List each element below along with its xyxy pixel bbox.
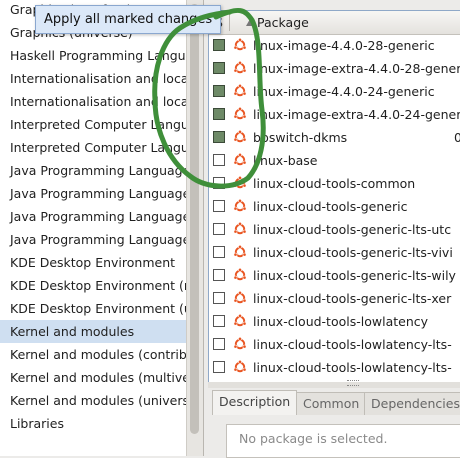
package-name[interactable]: linux-image-extra-4.4.0-24-generic xyxy=(253,103,460,126)
package-row[interactable]: linux-image-extra-4.4.0-28-generic xyxy=(209,57,460,80)
package-name[interactable]: linux-cloud-tools-lowlatency-lts- xyxy=(253,333,452,356)
category-item[interactable]: Internationalisation and loca xyxy=(0,90,186,113)
package-name[interactable]: linux-image-4.4.0-24-generic xyxy=(253,80,435,103)
mark-checkbox[interactable] xyxy=(213,223,225,235)
ubuntu-logo-icon xyxy=(233,336,247,351)
package-name[interactable]: linux-cloud-tools-common xyxy=(253,172,415,195)
scrollbar-thumb[interactable] xyxy=(190,4,199,434)
category-item[interactable]: KDE Desktop Environment xyxy=(0,251,186,274)
package-name[interactable]: linux-cloud-tools-lowlatency xyxy=(253,310,428,333)
mark-checkbox[interactable] xyxy=(213,269,225,281)
mark-checkbox[interactable] xyxy=(213,361,225,373)
pane-divider[interactable] xyxy=(208,382,460,388)
category-item[interactable]: Kernel and modules xyxy=(0,320,186,343)
ubuntu-logo-icon xyxy=(233,60,247,75)
category-item[interactable]: Internationalisation and loca xyxy=(0,67,186,90)
mark-checkbox[interactable] xyxy=(213,177,225,189)
package-row[interactable]: linux-cloud-tools-generic-lts-wily xyxy=(209,264,460,287)
mark-checkbox[interactable] xyxy=(213,62,225,74)
mark-checkbox[interactable] xyxy=(213,39,225,51)
package-name[interactable]: linux-cloud-tools-generic-lts-vivi xyxy=(253,241,453,264)
package-table-header: S Package xyxy=(209,11,460,35)
ubuntu-logo-icon xyxy=(233,244,247,259)
category-item[interactable]: Kernel and modules (contrib xyxy=(0,343,186,366)
package-row[interactable]: linux-cloud-tools-generic-lts-utc xyxy=(209,218,460,241)
category-item[interactable]: Kernel and modules (univers xyxy=(0,389,186,412)
package-row[interactable]: linux-image-extra-4.4.0-24-generic xyxy=(209,103,460,126)
mark-checkbox[interactable] xyxy=(213,108,225,120)
tab-common[interactable]: Common xyxy=(296,392,367,415)
category-list[interactable]: Graphics (non-free)Graphics (universe)Ha… xyxy=(0,0,204,456)
mark-checkbox[interactable] xyxy=(213,338,225,350)
ubuntu-logo-icon xyxy=(233,290,247,305)
mark-checkbox[interactable] xyxy=(213,131,225,143)
package-row[interactable]: linux-image-4.4.0-28-generic xyxy=(209,34,460,57)
ubuntu-logo-icon xyxy=(233,359,247,374)
ubuntu-logo-icon xyxy=(233,152,247,167)
category-item[interactable]: Interpreted Computer Langu xyxy=(0,136,186,159)
ubuntu-logo-icon xyxy=(233,313,247,328)
category-item[interactable]: Libraries xyxy=(0,412,186,435)
package-table[interactable]: S Package linux-image-4.4.0-28-genericli… xyxy=(208,10,460,384)
ubuntu-logo-icon xyxy=(233,198,247,213)
package-row[interactable]: linux-cloud-tools-common xyxy=(209,172,460,195)
package-row[interactable]: linux-cloud-tools-generic xyxy=(209,195,460,218)
tab-description[interactable]: Description xyxy=(212,390,298,415)
ubuntu-logo-icon xyxy=(233,106,247,121)
package-row[interactable]: linux-cloud-tools-generic-lts-vivi xyxy=(209,241,460,264)
mark-checkbox[interactable] xyxy=(213,85,225,97)
category-item[interactable]: Java Programming Language xyxy=(0,228,186,251)
package-row[interactable]: linux-base xyxy=(209,149,460,172)
mark-checkbox[interactable] xyxy=(213,292,225,304)
package-row[interactable]: linux-image-4.4.0-24-generic xyxy=(209,80,460,103)
package-name[interactable]: linux-cloud-tools-generic-lts-xer xyxy=(253,287,451,310)
header-separator xyxy=(229,14,230,31)
category-item[interactable]: Java Programming Language xyxy=(0,182,186,205)
package-description-panel: No package is selected. xyxy=(226,424,460,458)
category-scrollbar[interactable] xyxy=(186,0,203,456)
no-package-message: No package is selected. xyxy=(239,431,388,446)
package-row[interactable]: linux-cloud-tools-lowlatency-lts- xyxy=(209,356,460,379)
category-item[interactable]: Kernel and modules (multive xyxy=(0,366,186,389)
sort-arrow-icon xyxy=(246,19,254,26)
ubuntu-logo-icon xyxy=(233,37,247,52)
package-name[interactable]: bbswitch-dkms xyxy=(253,126,347,149)
ubuntu-logo-icon xyxy=(233,267,247,282)
ubuntu-logo-icon xyxy=(233,175,247,190)
package-name[interactable]: linux-cloud-tools-generic-lts-wily xyxy=(253,264,456,287)
package-row[interactable]: linux-cloud-tools-generic-lts-xer xyxy=(209,287,460,310)
package-name[interactable]: linux-image-extra-4.4.0-28-generic xyxy=(253,57,460,80)
package-name[interactable]: linux-cloud-tools-generic xyxy=(253,195,407,218)
package-row[interactable]: bbswitch-dkms 0 xyxy=(209,126,460,149)
mark-checkbox[interactable] xyxy=(213,200,225,212)
installed-version: 0 xyxy=(454,126,460,149)
category-item[interactable]: KDE Desktop Environment (u xyxy=(0,297,186,320)
pane-resize-grip[interactable] xyxy=(347,380,359,386)
mark-checkbox[interactable] xyxy=(213,154,225,166)
category-item[interactable]: Java Programming Language xyxy=(0,205,186,228)
package-row[interactable]: linux-cloud-tools-lowlatency-lts- xyxy=(209,333,460,356)
category-item[interactable]: Java Programming Language xyxy=(0,159,186,182)
package-column-header[interactable]: Package xyxy=(257,11,309,34)
ubuntu-logo-icon xyxy=(233,83,247,98)
category-item[interactable]: KDE Desktop Environment (m xyxy=(0,274,186,297)
mark-checkbox[interactable] xyxy=(213,246,225,258)
package-row[interactable]: linux-cloud-tools-lowlatency xyxy=(209,310,460,333)
package-name[interactable]: linux-cloud-tools-generic-lts-utc xyxy=(253,218,451,241)
apply-changes-tooltip: Apply all marked changes xyxy=(35,5,222,34)
category-item[interactable]: Haskell Programming Langua xyxy=(0,44,186,67)
mark-checkbox[interactable] xyxy=(213,315,225,327)
ubuntu-logo-icon xyxy=(233,221,247,236)
package-name[interactable]: linux-cloud-tools-lowlatency-lts- xyxy=(253,356,452,379)
category-item[interactable]: Interpreted Computer Langu xyxy=(0,113,186,136)
package-name[interactable]: linux-image-4.4.0-28-generic xyxy=(253,34,435,57)
package-name[interactable]: linux-base xyxy=(253,149,318,172)
tab-dependencies[interactable]: Dependencies xyxy=(364,392,460,415)
ubuntu-logo-icon xyxy=(233,129,247,144)
